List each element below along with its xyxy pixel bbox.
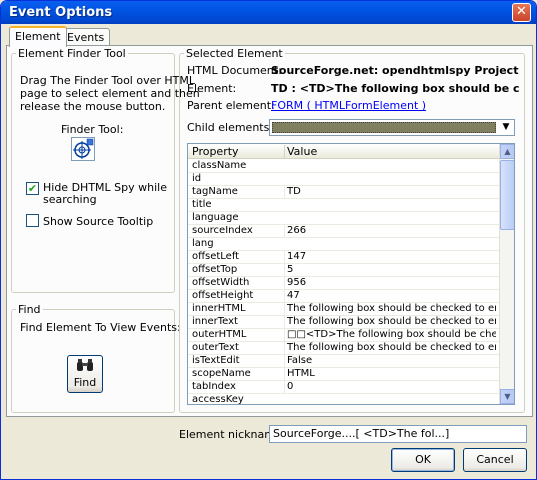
nickname-input[interactable]: SourceForge....[ <TD>The fol...] bbox=[269, 425, 527, 443]
column-header-value[interactable]: Value bbox=[284, 145, 317, 158]
element-label: Element: bbox=[187, 82, 237, 95]
close-button[interactable]: ✕ bbox=[512, 3, 531, 22]
property-name: tabIndex bbox=[192, 381, 236, 392]
ok-button[interactable]: OK bbox=[391, 448, 455, 472]
find-description: Find Element To View Events: bbox=[20, 321, 181, 334]
table-row[interactable]: language bbox=[188, 212, 500, 225]
title-bar[interactable]: Event Options ✕ bbox=[1, 1, 536, 24]
property-name: innerHTML bbox=[192, 303, 246, 314]
property-value: □□<TD>The following box should be che... bbox=[284, 329, 496, 341]
finder-instructions: Drag The Finder Tool over HTML bbox=[20, 74, 195, 87]
property-grid[interactable]: Property Value className id tagName TD title… bbox=[187, 143, 515, 405]
property-name: language bbox=[192, 212, 239, 223]
property-value: The following box should be checked to e… bbox=[284, 316, 496, 328]
property-name: offsetHeight bbox=[192, 290, 254, 301]
child-elements-label: Child elements: bbox=[187, 121, 274, 134]
property-name: accessKey bbox=[192, 394, 244, 405]
property-value: 956 bbox=[284, 277, 496, 289]
property-value: 47 bbox=[284, 290, 496, 302]
parent-element-label: Parent element: bbox=[187, 99, 275, 112]
show-tooltip-checkbox[interactable] bbox=[26, 214, 39, 227]
table-row[interactable]: outerHTML □□<TD>The following box should … bbox=[188, 329, 500, 342]
property-name: offsetLeft bbox=[192, 251, 240, 262]
table-row[interactable]: scopeName HTML bbox=[188, 368, 500, 381]
vertical-scrollbar[interactable]: ▲ ▼ bbox=[499, 144, 514, 404]
table-row[interactable]: title bbox=[188, 199, 500, 212]
table-row[interactable]: innerText The following box should be che… bbox=[188, 316, 500, 329]
table-row[interactable]: id bbox=[188, 173, 500, 186]
property-value: TD bbox=[284, 186, 496, 198]
finder-tool-button[interactable] bbox=[71, 137, 95, 161]
property-value: HTML bbox=[284, 368, 496, 380]
table-row[interactable]: tagName TD bbox=[188, 186, 500, 199]
property-name: id bbox=[192, 173, 202, 184]
html-document-label: HTML Document: bbox=[187, 64, 282, 77]
html-document-value: SourceForge.net: opendhtmlspy Project: A… bbox=[271, 64, 519, 77]
property-name: innerText bbox=[192, 316, 238, 327]
table-row[interactable]: accessKey bbox=[188, 394, 500, 405]
property-name: lang bbox=[192, 238, 214, 249]
property-value: 266 bbox=[284, 225, 496, 237]
property-name: className bbox=[192, 160, 247, 171]
finder-instructions: page to select element and then bbox=[20, 87, 200, 100]
close-icon: ✕ bbox=[516, 4, 527, 19]
tab-element[interactable]: Element bbox=[9, 26, 67, 47]
table-row[interactable]: offsetLeft 147 bbox=[188, 251, 500, 264]
property-name: sourceIndex bbox=[192, 225, 253, 236]
event-options-window: Event Options ✕ Element Events Element F… bbox=[0, 0, 537, 480]
table-row[interactable]: outerText The following box should be che… bbox=[188, 342, 500, 355]
find-button-label: Find bbox=[73, 376, 97, 389]
table-row[interactable]: offsetHeight 47 bbox=[188, 290, 500, 303]
property-value: 0 bbox=[284, 381, 496, 393]
hide-spy-label: searching bbox=[43, 193, 97, 206]
table-row[interactable]: offsetTop 5 bbox=[188, 264, 500, 277]
selected-element-title: Selected Element bbox=[186, 47, 283, 60]
element-value: TD : <TD>The following box should be che… bbox=[271, 82, 519, 95]
property-value: False bbox=[284, 355, 496, 367]
table-row[interactable]: className bbox=[188, 160, 500, 173]
table-row[interactable]: tabIndex 0 bbox=[188, 381, 500, 394]
table-row[interactable]: offsetWidth 956 bbox=[188, 277, 500, 290]
table-row[interactable]: sourceIndex 266 bbox=[188, 225, 500, 238]
finder-group-title: Element Finder Tool bbox=[18, 47, 126, 60]
property-value: The following box should be checked to e… bbox=[284, 303, 496, 315]
column-header-property[interactable]: Property bbox=[192, 145, 239, 158]
property-name: offsetWidth bbox=[192, 277, 250, 288]
table-row[interactable]: innerHTML The following box should be che… bbox=[188, 303, 500, 316]
find-button[interactable]: Find bbox=[67, 355, 103, 393]
hide-spy-checkbox[interactable]: ✔ bbox=[26, 182, 39, 195]
window-title: Event Options bbox=[9, 5, 113, 20]
property-name: isTextEdit bbox=[192, 355, 240, 366]
property-value: 147 bbox=[284, 251, 496, 263]
child-elements-dropdown[interactable]: ▼ bbox=[269, 119, 515, 136]
child-elements-selection bbox=[272, 122, 496, 133]
scroll-down-icon[interactable]: ▼ bbox=[500, 389, 514, 404]
crosshair-icon bbox=[73, 138, 94, 159]
scrollbar-thumb[interactable] bbox=[500, 160, 514, 230]
grid-header: Property Value bbox=[188, 144, 500, 159]
property-name: offsetTop bbox=[192, 264, 238, 275]
finder-tool-label: Finder Tool: bbox=[61, 123, 124, 136]
scroll-up-icon[interactable]: ▲ bbox=[500, 144, 514, 159]
grid-rows: className id tagName TD title language sourceI… bbox=[188, 160, 500, 405]
property-name: outerHTML bbox=[192, 329, 247, 340]
chevron-down-icon[interactable]: ▼ bbox=[498, 120, 514, 135]
find-group-title: Find bbox=[18, 303, 41, 316]
finder-instructions: release the mouse button. bbox=[20, 100, 166, 113]
cancel-button[interactable]: Cancel bbox=[463, 448, 527, 472]
binoculars-icon bbox=[77, 359, 93, 371]
table-row[interactable]: lang bbox=[188, 238, 500, 251]
property-value: 5 bbox=[284, 264, 496, 276]
table-row[interactable]: isTextEdit False bbox=[188, 355, 500, 368]
parent-element-link[interactable]: FORM ( HTMLFormElement ) bbox=[271, 99, 426, 112]
property-value: The following box should be checked to e… bbox=[284, 342, 496, 354]
property-name: scopeName bbox=[192, 368, 251, 379]
show-tooltip-label: Show Source Tooltip bbox=[43, 215, 154, 228]
property-name: tagName bbox=[192, 186, 238, 197]
property-name: title bbox=[192, 199, 212, 210]
property-name: outerText bbox=[192, 342, 239, 353]
